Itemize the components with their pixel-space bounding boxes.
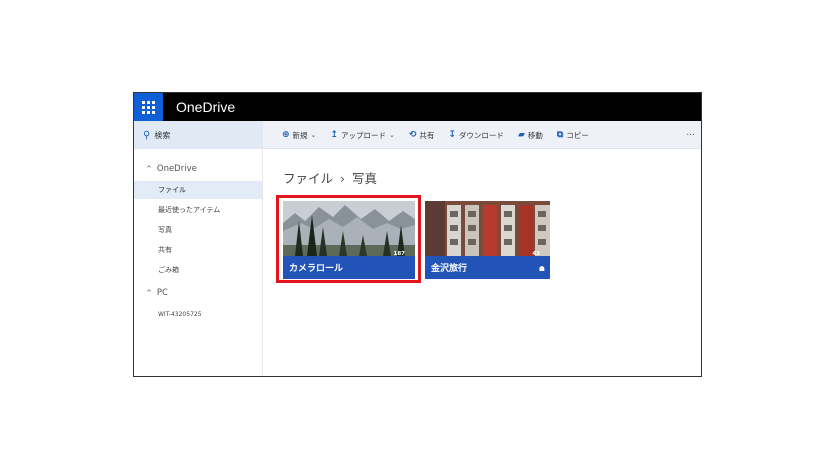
- sidebar-onedrive-label: OneDrive: [156, 164, 197, 174]
- caret-up-icon: ^: [146, 289, 152, 297]
- sidebar-item-recycle-bin[interactable]: ごみ箱: [158, 265, 179, 275]
- breadcrumb-separator: ›: [340, 171, 346, 186]
- move-button[interactable]: ▰ 移動: [518, 130, 543, 141]
- download-button[interactable]: ↧ ダウンロード: [448, 130, 504, 141]
- copy-label: コピー: [566, 130, 589, 140]
- copy-icon: ⧉: [556, 130, 564, 140]
- tile-item-count: 43: [532, 251, 540, 257]
- app-title: OneDrive: [176, 99, 236, 115]
- folder-tile-kanazawa-trip[interactable]: 43 金沢旅行 ☗: [425, 201, 550, 279]
- chevron-down-icon: ⌄: [388, 131, 395, 139]
- caret-up-icon: ^: [146, 165, 152, 173]
- move-label: 移動: [527, 130, 543, 140]
- waffle-icon: [142, 100, 155, 114]
- search-label: 検索: [154, 130, 171, 140]
- upload-label: アップロード: [340, 130, 386, 140]
- plus-circle-icon: ⊕: [282, 130, 290, 140]
- command-bar: ⚲ 検索 ⊕ 新規 ⌄ ↥ アップロード ⌄ ⟲ 共有 ↧ ダウンロード ▰ 移…: [134, 121, 701, 149]
- sidebar-item-photos[interactable]: 写真: [158, 225, 172, 235]
- copy-button[interactable]: ⧉ コピー: [557, 130, 589, 141]
- onedrive-window: OneDrive ⚲ 検索 ⊕ 新規 ⌄ ↥ アップロード ⌄ ⟲ 共有 ↧ ダ…: [133, 92, 702, 377]
- sidebar-item-shared[interactable]: 共有: [158, 245, 172, 255]
- breadcrumb-current: 写真: [352, 171, 378, 186]
- chevron-down-icon: ⌄: [310, 131, 317, 139]
- download-label: ダウンロード: [458, 130, 504, 140]
- new-label: 新規: [292, 130, 308, 140]
- sidebar-item-files[interactable]: ファイル: [158, 185, 186, 195]
- sidebar-pc-header[interactable]: ^ PC: [146, 288, 168, 298]
- share-icon: ⟲: [408, 130, 417, 140]
- upload-arrow-icon: ↥: [330, 130, 338, 140]
- search-icon: ⚲: [143, 129, 151, 141]
- share-label: 共有: [419, 130, 435, 140]
- new-button[interactable]: ⊕ 新規 ⌄: [282, 130, 316, 141]
- breadcrumb: ファイル › 写真: [283, 168, 377, 187]
- tile-name: 金沢旅行: [431, 264, 468, 274]
- sidebar-pc-label: PC: [156, 288, 168, 298]
- sidebar-onedrive-header[interactable]: ^ OneDrive: [146, 164, 197, 174]
- download-arrow-icon: ↧: [448, 130, 456, 140]
- app-launcher-button[interactable]: [134, 93, 163, 121]
- upload-button[interactable]: ↥ アップロード ⌄: [330, 130, 394, 141]
- sidebar-active-highlight: [134, 181, 262, 199]
- selection-highlight-box: [276, 195, 421, 283]
- more-button[interactable]: ...: [686, 128, 695, 138]
- shared-icon: ☗: [538, 265, 545, 273]
- search-box[interactable]: ⚲ 検索: [134, 121, 263, 149]
- sidebar: ^ OneDrive ファイル 最近使ったアイテム 写真 共有 ごみ箱 ^ PC W…: [134, 149, 263, 376]
- move-icon: ▰: [517, 130, 525, 140]
- breadcrumb-root[interactable]: ファイル: [283, 171, 333, 186]
- share-button[interactable]: ⟲ 共有: [409, 130, 435, 141]
- sidebar-item-pc[interactable]: WIT-43205725: [158, 311, 202, 318]
- sidebar-item-recent[interactable]: 最近使ったアイテム: [158, 205, 220, 215]
- title-bar: OneDrive: [134, 93, 701, 121]
- main-content: ファイル › 写真 187 カメラロール 43 金沢旅行 ☗: [263, 149, 701, 376]
